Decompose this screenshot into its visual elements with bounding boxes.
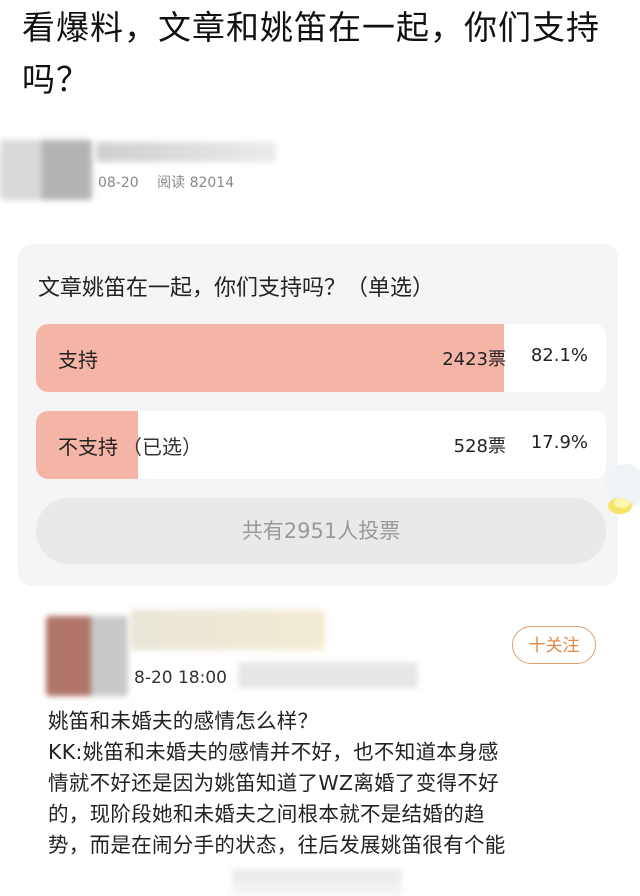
comment-line: 姚笛和未婚夫的感情怎么样？: [48, 709, 319, 733]
bottom-fade: [0, 868, 640, 896]
comment-time: 8-20 18:00: [134, 668, 227, 688]
post-meta: 08-20 阅读 82014: [98, 172, 248, 192]
comment-body: 姚笛和未婚夫的感情怎么样？ KK:姚笛和未婚夫的感情并不好，也不知道本身感 情就…: [48, 706, 623, 861]
poll-option-fill: [36, 324, 504, 392]
poll-title: 文章姚笛在一起，你们支持吗？（单选）: [38, 276, 435, 301]
poll-option-percent: 17.9%: [530, 432, 588, 453]
poll-option-label: 支持: [58, 348, 98, 372]
poll-option-label: 不支持 （已选）: [58, 435, 202, 459]
post-read-count: 阅读 82014: [157, 175, 235, 191]
commenter-avatar-blurred[interactable]: [46, 616, 128, 696]
poll-option-support[interactable]: 支持 2423票 82.1%: [36, 324, 606, 392]
poll-total-votes-button[interactable]: 共有2951人投票: [36, 498, 606, 564]
author-avatar-blurred[interactable]: [0, 140, 92, 200]
poll-option-percent: 82.1%: [530, 345, 588, 366]
poll-option-oppose[interactable]: 不支持 （已选） 528票 17.9%: [36, 411, 606, 479]
comment-line: 的，现阶段她和未婚夫之间根本就不是结婚的趋: [48, 802, 485, 826]
follow-button[interactable]: 十关注: [512, 626, 596, 664]
poll-card: 文章姚笛在一起，你们支持吗？（单选） 支持 2423票 82.1% 不支持 （已选…: [18, 244, 618, 586]
comment-meta-blurred: [238, 662, 418, 688]
selected-marker: （已选）: [122, 435, 202, 459]
post-date: 08-20: [98, 175, 139, 191]
poll-option-votes: 528票: [453, 436, 506, 457]
author-name-blurred[interactable]: [96, 142, 276, 162]
sticker-decoration-icon: [606, 464, 640, 514]
comment-line: 势，而是在闹分手的状态，往后发展姚笛很有个能: [48, 833, 506, 857]
commenter-name-blurred[interactable]: [130, 610, 325, 650]
post-headline: 看爆料，文章和姚笛在一起，你们支持吗？: [22, 8, 600, 99]
comment-line: KK:姚笛和未婚夫的感情并不好，也不知道本身感: [48, 740, 499, 764]
comment-line: 情就不好还是因为姚笛知道了WZ离婚了变得不好: [48, 771, 499, 795]
post-author-row: 08-20 阅读 82014: [0, 118, 640, 218]
poll-option-votes: 2423票: [442, 349, 506, 370]
